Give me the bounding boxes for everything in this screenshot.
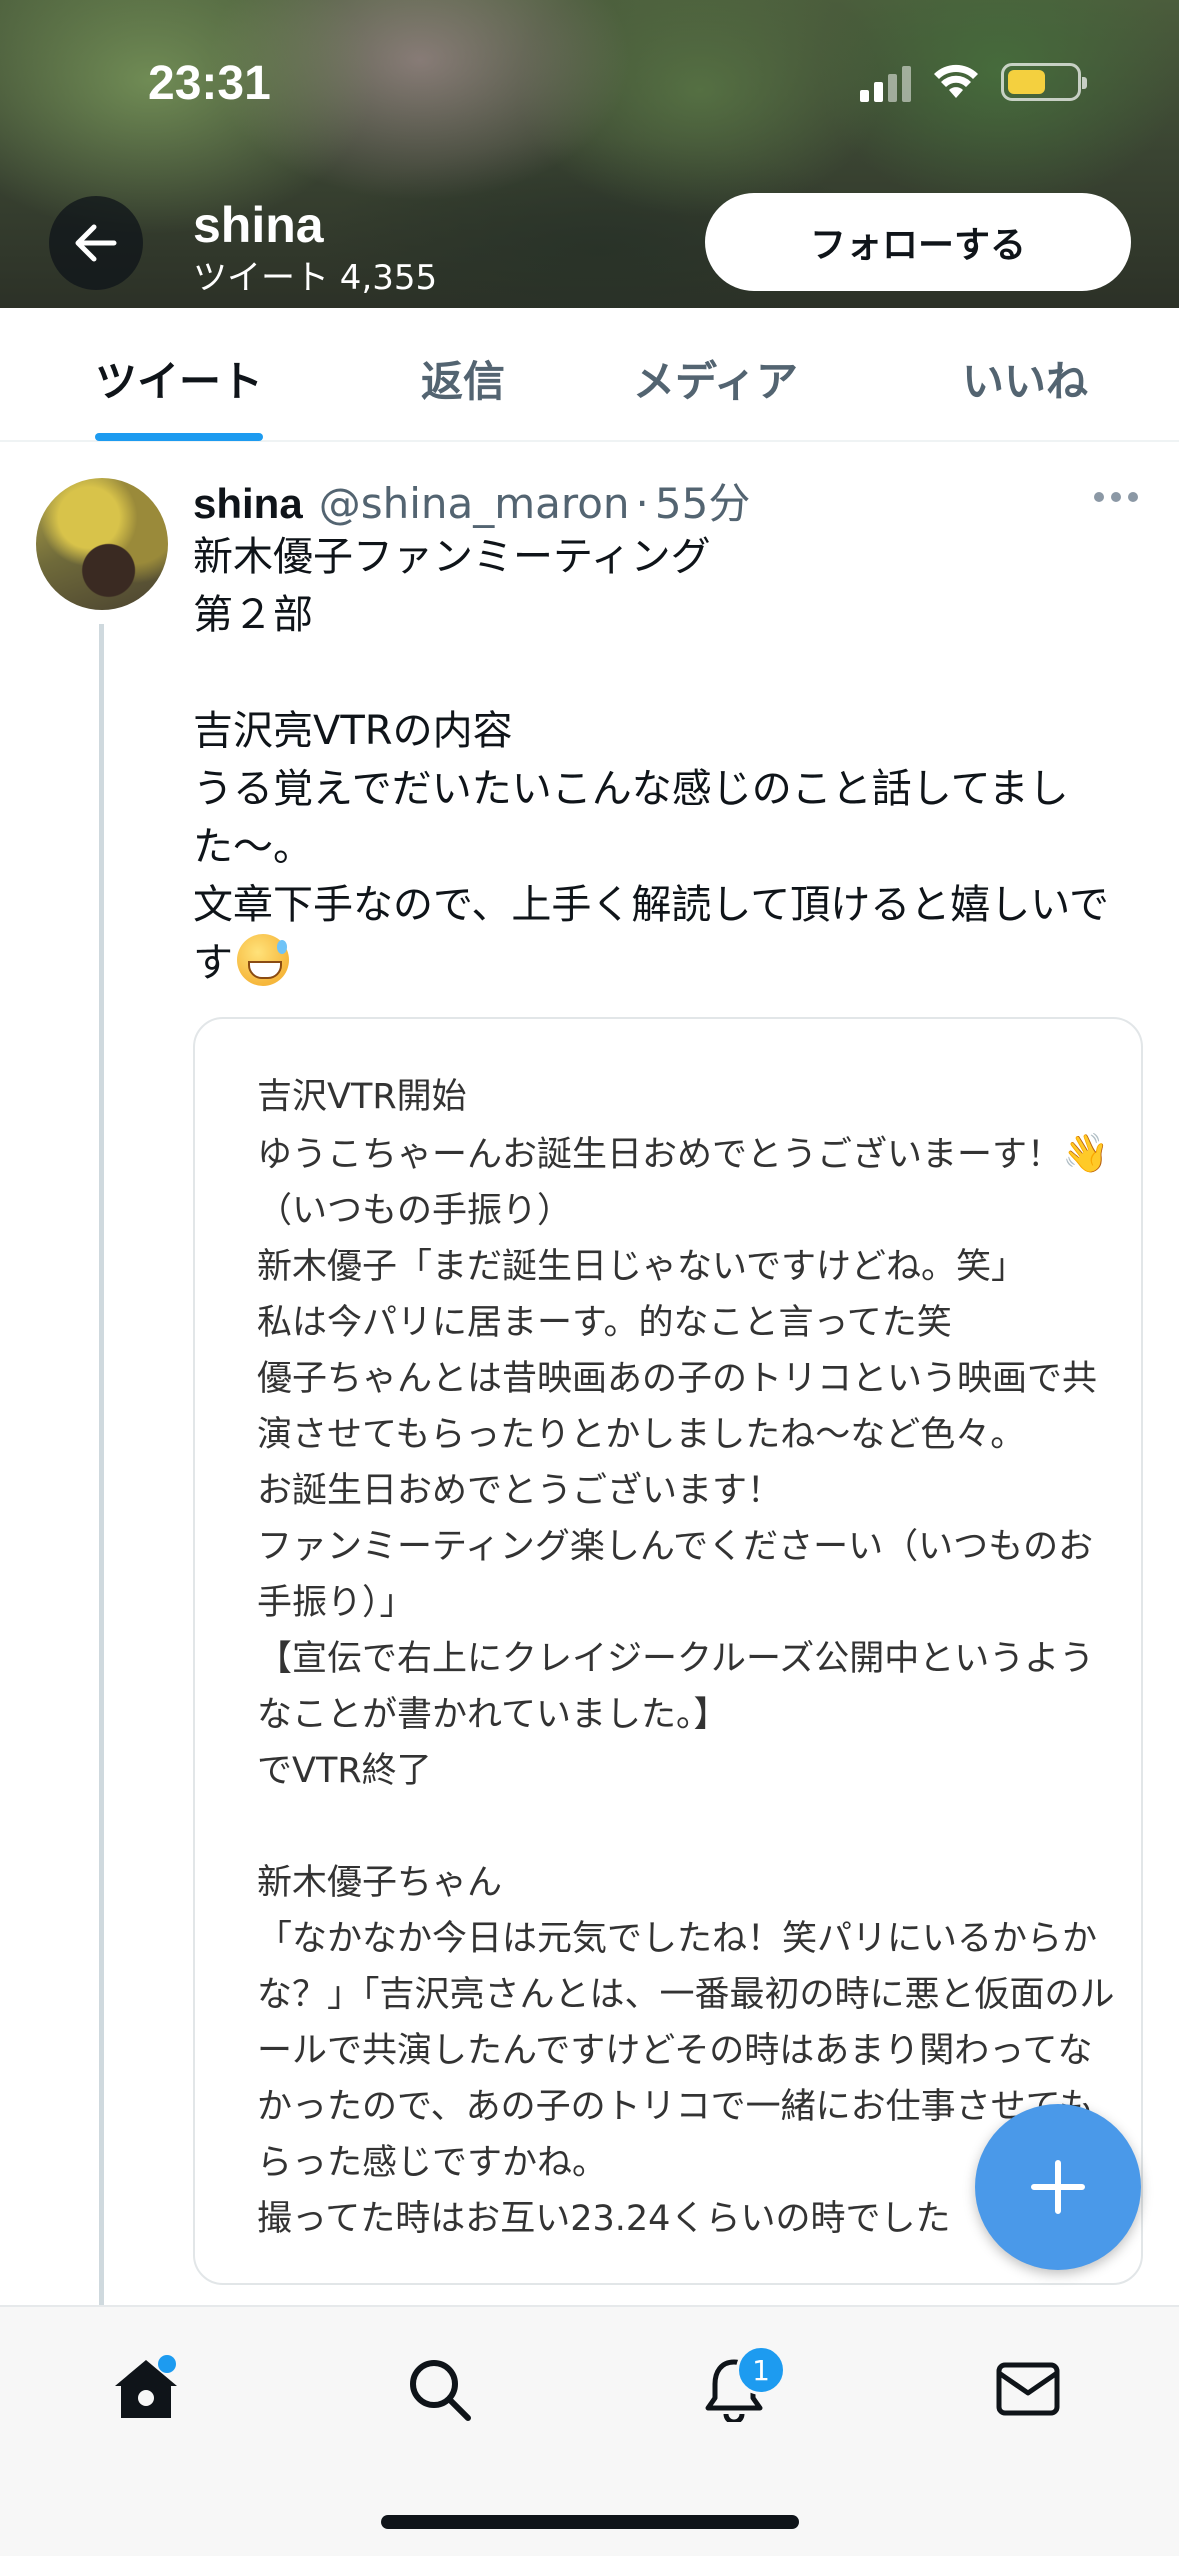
active-tab-indicator — [95, 433, 263, 441]
tweet-author-name[interactable]: shina — [193, 480, 303, 528]
profile-tabs: ツイート 返信 メディア いいね — [0, 308, 1179, 442]
profile-banner: 23:31 shina ツイート 4,355 フォローする — [0, 0, 1179, 308]
avatar[interactable] — [36, 478, 168, 610]
tab-likes[interactable]: いいね — [962, 348, 1088, 409]
mail-icon — [996, 2362, 1060, 2416]
tab-media[interactable]: メディア — [633, 348, 798, 409]
plus-icon — [1031, 2160, 1085, 2214]
waving-hand-emoji-icon: 👋 — [1062, 1131, 1110, 1175]
nav-search[interactable] — [399, 2349, 479, 2429]
image-text-blank — [257, 1799, 1117, 1855]
tweet-author-handle[interactable]: @shina_maron — [319, 479, 630, 528]
notification-badge: 1 — [736, 2345, 786, 2395]
tweet-header: shina @shina_maron · 55分 — [193, 470, 750, 531]
header-profile-name: shina — [193, 197, 324, 253]
image-text-line: ゆうこちゃーんお誕生日おめでとうございまーす！👋 （いつもの手振り） — [257, 1125, 1117, 1239]
thread-line — [99, 624, 104, 2310]
tweet-image-card[interactable]: 吉沢VTR開始ゆうこちゃーんお誕生日おめでとうございまーす！👋 （いつもの手振り）… — [193, 1017, 1143, 2285]
status-icons — [860, 62, 1087, 102]
search-icon — [410, 2360, 471, 2421]
image-text-line: 私は今パリに居まーす。的なこと言ってた笑 — [257, 1303, 952, 1343]
image-text-line: 新木優子「まだ誕生日じゃないですけどね。笑」 — [257, 1247, 1026, 1287]
tab-tweets[interactable]: ツイート — [95, 348, 263, 409]
nav-home[interactable] — [106, 2349, 186, 2429]
tweet-text-line: うる覚えでだいたいこんな感じのこと話してました〜。 — [193, 766, 1069, 870]
image-text-fragment: ゆうこちゃーんお誕生日おめでとうございまーす！ — [257, 1135, 1063, 1175]
back-button[interactable] — [49, 196, 143, 290]
tweet-text: 新木優子ファンミーティング 第２部 吉沢亮VTRの内容 うる覚えでだいたいこんな… — [193, 528, 1133, 992]
tweet-text-line: 文章下手なので、上手く解読して頂けると嬉しいです — [193, 876, 1133, 992]
image-text-line: お誕生日おめでとうございます！ — [257, 1471, 783, 1511]
home-new-indicator — [158, 2355, 176, 2373]
tweet-text-line: 第２部 — [193, 592, 313, 638]
image-text-line: でVTR終了 — [257, 1751, 432, 1791]
nav-messages[interactable] — [988, 2349, 1068, 2429]
image-text-fragment: （いつもの手振り） — [257, 1191, 573, 1231]
header-tweet-count: ツイート 4,355 — [193, 258, 438, 298]
home-indicator[interactable] — [381, 2515, 799, 2529]
compose-tweet-button[interactable] — [975, 2104, 1141, 2270]
tweet-text-line: 吉沢亮VTRの内容 — [193, 708, 513, 754]
image-text-line: 優子ちゃんとは昔映画あの子のトリコという映画で共演させてもらったりとかしましたね… — [257, 1359, 1098, 1455]
tweet-separator: · — [635, 479, 649, 528]
nav-notifications[interactable]: 1 — [694, 2345, 786, 2429]
tweet-timestamp[interactable]: 55分 — [655, 470, 750, 531]
tweet-text-fragment: 文章下手なので、上手く解読して頂けると嬉しいです — [193, 882, 1109, 986]
more-options-icon[interactable] — [1094, 492, 1138, 502]
image-text-line: ファンミーティング楽しんでくださーい（いつものお手振り）」 — [257, 1527, 1094, 1623]
wifi-icon — [934, 64, 978, 98]
follow-button[interactable]: フォローする — [705, 193, 1131, 291]
tweet-text-line: 新木優子ファンミーティング — [193, 534, 711, 580]
tweet-text-blank — [193, 644, 1133, 702]
image-text-line: 新木優子ちゃん — [257, 1863, 503, 1903]
image-text: 吉沢VTR開始ゆうこちゃーんお誕生日おめでとうございまーす！👋 （いつもの手振り）… — [257, 1069, 1117, 2247]
battery-icon — [1001, 63, 1087, 101]
tab-replies[interactable]: 返信 — [421, 348, 505, 409]
image-text-line: 【宣伝で右上にクレイジークルーズ公開中というようなことが書かれていました。】 — [257, 1639, 1095, 1735]
grinning-sweat-emoji-icon — [237, 934, 289, 986]
status-time: 23:31 — [148, 57, 271, 110]
cellular-signal-icon — [860, 62, 911, 102]
arrow-left-icon — [75, 224, 117, 262]
image-text-line: 吉沢VTR開始 — [257, 1077, 467, 1117]
